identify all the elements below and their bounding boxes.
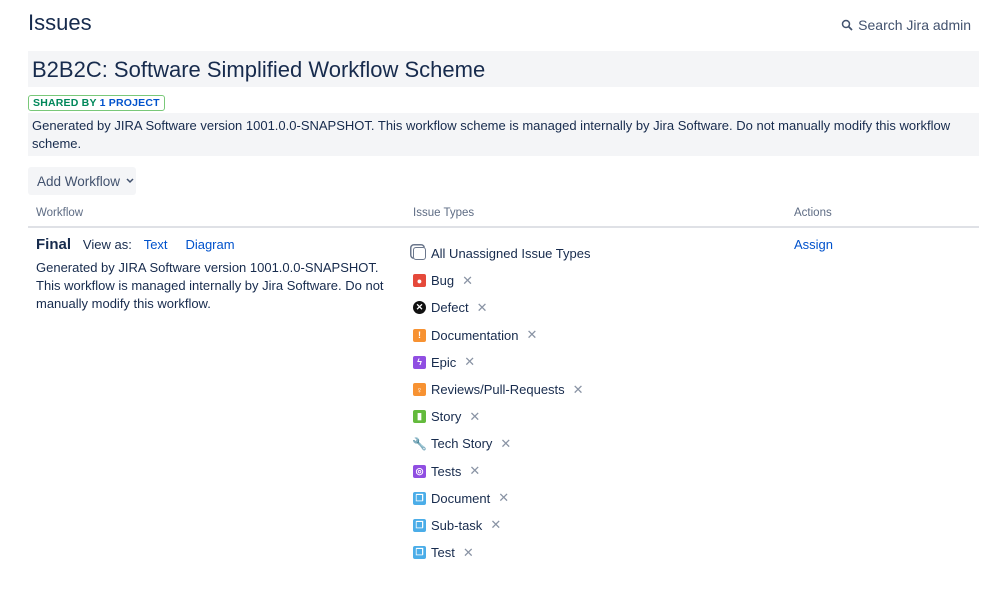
remove-icon[interactable]: ✕: [464, 354, 475, 370]
issue-type-row: ✕ Defect ✕: [413, 294, 590, 321]
assign-link[interactable]: Assign: [794, 237, 833, 252]
issue-type-row: All Unassigned Issue Types: [413, 240, 590, 267]
search-icon: [841, 19, 853, 31]
subtask-icon: ❐: [413, 546, 426, 560]
issue-type-label: Epic: [431, 354, 457, 370]
issue-type-label: All Unassigned Issue Types: [431, 246, 591, 262]
scheme-title: B2B2C: Software Simplified Workflow Sche…: [28, 51, 979, 87]
issue-type-row: 🔧 Tech Story ✕: [412, 430, 590, 457]
stack-icon: [413, 247, 426, 261]
epic-icon: ϟ: [413, 355, 426, 369]
issue-type-row: ❐ Sub-task ✕: [413, 512, 590, 539]
issue-type-row: ▮ Story ✕: [413, 403, 590, 430]
page-title: Issues: [28, 10, 92, 35]
add-workflow-button[interactable]: Add Workflow: [28, 167, 136, 195]
subtask-icon: ❐: [413, 518, 426, 532]
remove-icon[interactable]: ✕: [469, 409, 480, 425]
issue-type-label: Defect: [431, 300, 469, 316]
view-diagram-link[interactable]: Diagram: [185, 237, 234, 252]
workflow-cell: Final View as: Text Diagram Generated by…: [36, 236, 406, 313]
issue-type-label: Tests: [431, 463, 462, 479]
header-workflow: Workflow: [36, 207, 84, 219]
issue-type-label: Test: [431, 545, 455, 561]
tests-icon: ◎: [413, 464, 426, 478]
scheme-description: Generated by JIRA Software version 1001.…: [28, 113, 979, 156]
issue-type-label: Tech Story: [431, 436, 493, 452]
workflow-name: Final: [36, 236, 72, 253]
tools-icon: 🔧: [412, 436, 427, 451]
add-workflow-label: Add Workflow: [37, 173, 121, 189]
issue-type-label: Bug: [431, 273, 455, 289]
issue-type-row: ! Documentation ✕: [413, 322, 590, 349]
documentation-icon: !: [413, 328, 426, 342]
remove-icon[interactable]: ✕: [573, 382, 584, 398]
issue-type-row: ● Bug ✕: [413, 267, 590, 294]
badge-prefix: SHARED BY: [33, 97, 97, 109]
remove-icon[interactable]: ✕: [462, 273, 473, 289]
header-issue-types: Issue Types: [413, 207, 475, 219]
bug-icon: ●: [413, 274, 426, 288]
remove-icon[interactable]: ✕: [500, 436, 511, 452]
remove-icon[interactable]: ✕: [490, 517, 501, 533]
workflow-description: Generated by JIRA Software version 1001.…: [36, 260, 384, 311]
issue-type-label: Sub-task: [431, 517, 483, 533]
issue-type-row: ❐ Test ✕: [413, 539, 590, 566]
remove-icon[interactable]: ✕: [526, 327, 537, 343]
chevron-down-icon: [126, 178, 134, 184]
search-admin-link[interactable]: Search Jira admin: [841, 17, 971, 33]
header-actions: Actions: [794, 207, 832, 219]
defect-icon: ✕: [413, 301, 426, 315]
issue-type-label: Story: [431, 409, 462, 425]
remove-icon[interactable]: ✕: [469, 463, 480, 479]
remove-icon[interactable]: ✕: [498, 490, 509, 506]
remove-icon[interactable]: ✕: [463, 545, 474, 561]
subtask-icon: ❐: [413, 491, 426, 505]
search-label: Search Jira admin: [858, 17, 971, 33]
issue-type-row: ϟ Epic ✕: [413, 349, 590, 376]
issue-types-list: All Unassigned Issue Types ● Bug ✕ ✕ Defect ✕!…: [412, 240, 590, 566]
issue-type-label: Documentation: [431, 327, 519, 343]
lightbulb-icon: ♀: [413, 383, 426, 397]
issue-type-row: ❐ Document ✕: [413, 485, 590, 512]
header-divider: [28, 226, 979, 228]
issue-type-row: ♀ Reviews/Pull-Requests ✕: [413, 376, 590, 403]
issue-type-label: Reviews/Pull-Requests: [431, 382, 565, 398]
shared-badge[interactable]: SHARED BY 1 PROJECT: [28, 95, 165, 111]
view-as-label: View as:: [82, 237, 132, 252]
story-icon: ▮: [413, 410, 426, 424]
remove-icon[interactable]: ✕: [477, 300, 488, 316]
badge-count: 1 PROJECT: [99, 97, 160, 109]
issue-type-label: Document: [431, 490, 491, 506]
view-text-link[interactable]: Text: [144, 237, 168, 252]
issue-type-row: ◎ Tests ✕: [413, 458, 590, 485]
